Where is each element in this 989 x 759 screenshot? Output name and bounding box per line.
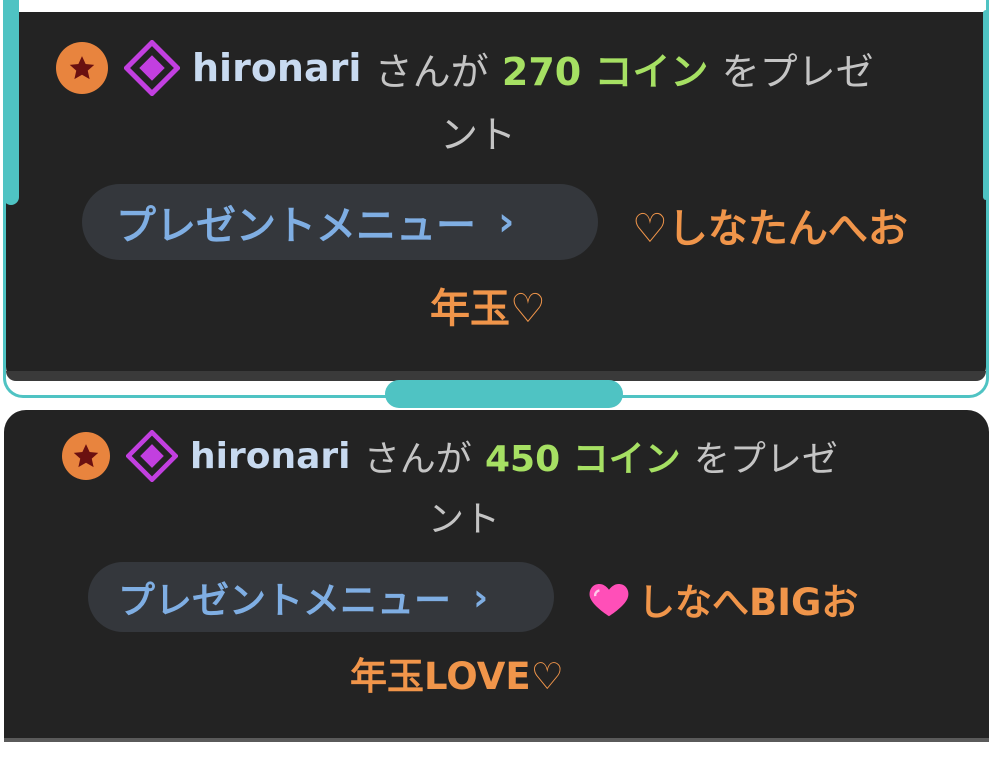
- present-menu-button[interactable]: プレゼントメニュー ›: [82, 184, 598, 260]
- gift-message-line1: しなへBIGお: [586, 572, 858, 626]
- present-menu-label: プレゼントメニュー: [118, 579, 451, 622]
- star-badge-icon: [56, 42, 108, 94]
- sentence-continuation: ント: [440, 113, 517, 157]
- diamond-rank-icon: [124, 40, 180, 96]
- selection-handle-bottom[interactable]: [385, 380, 623, 408]
- chevron-right-icon: ›: [473, 575, 489, 619]
- gift-message-text: しなへBIGお: [638, 581, 859, 624]
- coin-amount: 450 コイン: [484, 439, 681, 480]
- diamond-rank-icon: [126, 430, 178, 482]
- username[interactable]: hironari: [190, 436, 350, 477]
- gift-sentence: hironari さんが 270 コイン をプレゼ: [56, 40, 874, 96]
- coin-amount: 270 コイン: [501, 49, 709, 94]
- selection-handle-right[interactable]: [983, 10, 989, 200]
- present-menu-label: プレゼントメニュー: [116, 203, 476, 249]
- gift-message-line2: 年玉LOVE♡: [350, 655, 564, 698]
- sentence-continuation: ント: [428, 499, 501, 540]
- heart-pink-icon: [589, 584, 629, 617]
- sentence-mid: さんが: [374, 49, 489, 94]
- sentence-mid: さんが: [363, 439, 472, 480]
- username[interactable]: hironari: [192, 46, 361, 90]
- gift-feed: hironari さんが 270 コイン をプレゼ ント プレゼントメニュー ›…: [0, 0, 989, 759]
- selection-handle-left[interactable]: [3, 0, 19, 205]
- sentence-end: をプレゼ: [693, 439, 838, 480]
- present-menu-button[interactable]: プレゼントメニュー ›: [88, 562, 554, 632]
- chevron-right-icon: ›: [498, 199, 515, 245]
- gift-message-line1: ♡しなたんへお: [632, 206, 908, 252]
- sentence-end: をプレゼ: [721, 49, 874, 94]
- gift-message-line2: 年玉♡: [430, 286, 546, 332]
- star-badge-icon: [62, 432, 110, 480]
- gift-sentence: hironari さんが 450 コイン をプレゼ: [62, 430, 838, 482]
